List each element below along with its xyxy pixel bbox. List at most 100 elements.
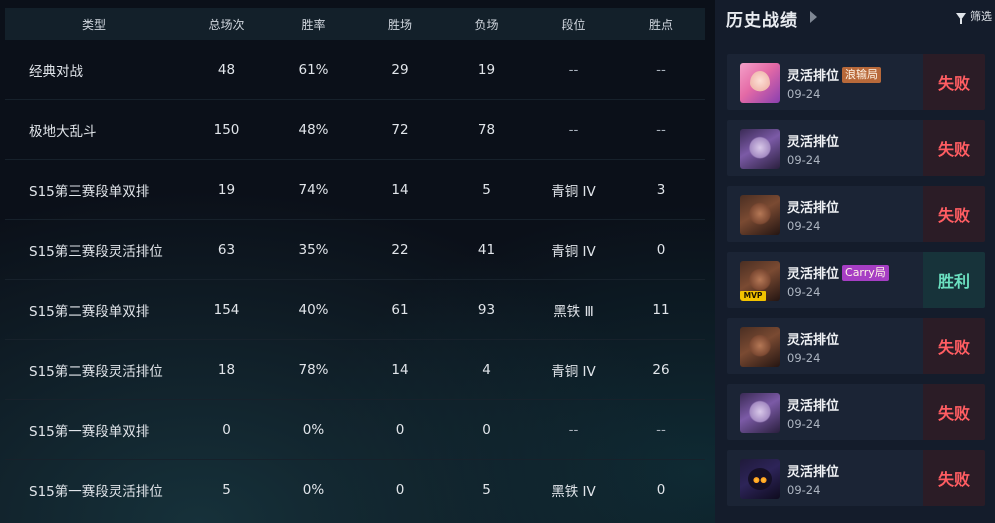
cell-total: 154 bbox=[213, 301, 240, 318]
cell-winrate: 74% bbox=[298, 181, 329, 198]
cell-rank: 黑铁 Ⅲ bbox=[553, 303, 594, 320]
champion-avatar-icon bbox=[740, 327, 780, 367]
cell-losses: 5 bbox=[482, 181, 491, 198]
cell-lp: 11 bbox=[652, 301, 670, 318]
cell-rank: 青铜 IV bbox=[551, 243, 596, 260]
match-result: 失败 bbox=[923, 120, 985, 176]
chevron-right-icon[interactable] bbox=[810, 11, 817, 23]
header-rank: 段位 bbox=[561, 17, 586, 32]
table-row[interactable]: S15第一赛段单双排 0 0% 0 0 -- -- bbox=[5, 400, 705, 460]
cell-wins: 0 bbox=[395, 421, 405, 438]
cell-rank: 青铜 IV bbox=[551, 363, 596, 380]
cell-wins: 61 bbox=[391, 301, 409, 318]
match-mode: 灵活排位 bbox=[787, 267, 840, 282]
match-item[interactable]: 灵活排位 09-24 失败 bbox=[727, 318, 985, 374]
cell-lp: 26 bbox=[652, 361, 670, 378]
cell-wins: 0 bbox=[395, 482, 405, 498]
cell-losses: 78 bbox=[477, 121, 496, 138]
match-date: 09-24 bbox=[787, 417, 821, 431]
cell-total: 0 bbox=[222, 421, 231, 438]
match-result: 失败 bbox=[923, 450, 985, 506]
cell-winrate: 40% bbox=[298, 301, 329, 318]
cell-winrate: 61% bbox=[298, 61, 329, 78]
cell-wins: 72 bbox=[391, 121, 409, 138]
ranked-stats-screen: 类型 总场次 胜率 胜场 负场 段位 胜点 经典对战 48 61% 29 19 … bbox=[0, 0, 995, 523]
match-mode: 灵活排位 bbox=[787, 69, 840, 84]
match-item[interactable]: 灵活排位 09-24 失败 bbox=[727, 384, 985, 440]
match-history-panel: 历史战绩 筛选 灵活排位 浪输局 09-24 失败 灵活排位 09-24 失败 bbox=[715, 0, 995, 523]
match-item[interactable]: MVP 灵活排位 Carry局 09-24 胜利 bbox=[727, 252, 985, 308]
cell-total: 19 bbox=[217, 181, 236, 198]
filter-button[interactable]: 筛选 bbox=[956, 8, 992, 24]
mvp-badge: MVP bbox=[740, 291, 766, 301]
table-row[interactable]: S15第一赛段灵活排位 5 0% 0 5 黑铁 IV 0 bbox=[5, 460, 705, 520]
match-date: 09-24 bbox=[787, 153, 821, 167]
champion-avatar-icon bbox=[740, 459, 780, 499]
cell-type: 极地大乱斗 bbox=[29, 123, 97, 140]
history-title[interactable]: 历史战绩 bbox=[726, 6, 798, 31]
match-result: 胜利 bbox=[923, 252, 985, 308]
cell-rank: -- bbox=[568, 121, 579, 138]
match-mode: 灵活排位 bbox=[787, 201, 840, 216]
match-badge: 浪输局 bbox=[842, 66, 882, 83]
cell-rank: -- bbox=[568, 421, 579, 438]
filter-icon bbox=[956, 12, 966, 24]
table-row[interactable]: S15第二赛段灵活排位 18 78% 14 4 青铜 IV 26 bbox=[5, 340, 705, 400]
header-type: 类型 bbox=[81, 17, 106, 32]
match-date: 09-24 bbox=[787, 351, 821, 365]
cell-type: S15第三赛段单双排 bbox=[29, 183, 150, 200]
cell-lp: -- bbox=[656, 61, 666, 78]
match-date: 09-24 bbox=[787, 483, 821, 497]
table-row[interactable]: S15第三赛段灵活排位 63 35% 22 41 青铜 IV 0 bbox=[5, 220, 705, 280]
champion-avatar-icon bbox=[740, 195, 780, 235]
match-item[interactable]: 灵活排位 09-24 失败 bbox=[727, 120, 985, 176]
header-lp: 胜点 bbox=[648, 17, 673, 32]
cell-losses: 19 bbox=[477, 61, 496, 78]
cell-wins: 14 bbox=[391, 181, 409, 198]
match-result: 失败 bbox=[923, 384, 985, 440]
match-item[interactable]: 灵活排位 浪输局 09-24 失败 bbox=[727, 54, 985, 110]
cell-type: S15第二赛段单双排 bbox=[29, 303, 150, 320]
table-row[interactable]: S15第二赛段单双排 154 40% 61 93 黑铁 Ⅲ 11 bbox=[5, 280, 705, 340]
match-mode: 灵活排位 bbox=[787, 399, 840, 414]
cell-lp: -- bbox=[656, 121, 666, 138]
champion-avatar-icon: MVP bbox=[740, 261, 780, 301]
header-wins: 胜场 bbox=[387, 17, 412, 32]
cell-losses: 4 bbox=[482, 361, 491, 378]
cell-wins: 29 bbox=[391, 61, 409, 78]
cell-winrate: 48% bbox=[298, 121, 329, 138]
match-date: 09-24 bbox=[787, 219, 821, 233]
header-total: 总场次 bbox=[208, 17, 245, 32]
table-row[interactable]: 极地大乱斗 150 48% 72 78 -- -- bbox=[5, 100, 705, 160]
cell-wins: 14 bbox=[391, 361, 409, 378]
header-losses: 负场 bbox=[474, 17, 499, 32]
table-row[interactable]: S15第三赛段单双排 19 74% 14 5 青铜 IV 3 bbox=[5, 160, 705, 220]
match-item[interactable]: 灵活排位 09-24 失败 bbox=[727, 450, 985, 506]
mode-stats-table: 类型 总场次 胜率 胜场 负场 段位 胜点 经典对战 48 61% 29 19 … bbox=[0, 0, 713, 523]
cell-type: S15第一赛段灵活排位 bbox=[29, 484, 163, 500]
cell-total: 150 bbox=[213, 121, 240, 138]
cell-total: 63 bbox=[217, 241, 236, 258]
cell-losses: 5 bbox=[482, 482, 491, 498]
filter-label: 筛选 bbox=[970, 10, 992, 23]
cell-winrate: 78% bbox=[298, 361, 329, 378]
cell-lp: -- bbox=[656, 421, 666, 438]
champion-avatar-icon bbox=[740, 63, 780, 103]
cell-total: 48 bbox=[217, 61, 236, 78]
cell-losses: 41 bbox=[477, 241, 496, 258]
table-row[interactable]: 经典对战 48 61% 29 19 -- -- bbox=[5, 40, 705, 100]
cell-type: S15第一赛段单双排 bbox=[29, 423, 150, 440]
cell-lp: 0 bbox=[656, 241, 666, 258]
cell-winrate: 35% bbox=[298, 241, 329, 258]
cell-winrate: 0% bbox=[302, 482, 325, 498]
cell-lp: 0 bbox=[656, 482, 666, 498]
champion-avatar-icon bbox=[740, 129, 780, 169]
cell-wins: 22 bbox=[391, 241, 409, 258]
match-item[interactable]: 灵活排位 09-24 失败 bbox=[727, 186, 985, 242]
match-date: 09-24 bbox=[787, 87, 821, 101]
table-header: 类型 总场次 胜率 胜场 负场 段位 胜点 bbox=[5, 8, 705, 40]
match-mode: 灵活排位 bbox=[787, 333, 840, 348]
match-result: 失败 bbox=[923, 186, 985, 242]
cell-type: S15第三赛段灵活排位 bbox=[29, 243, 163, 260]
match-mode: 灵活排位 bbox=[787, 135, 840, 150]
